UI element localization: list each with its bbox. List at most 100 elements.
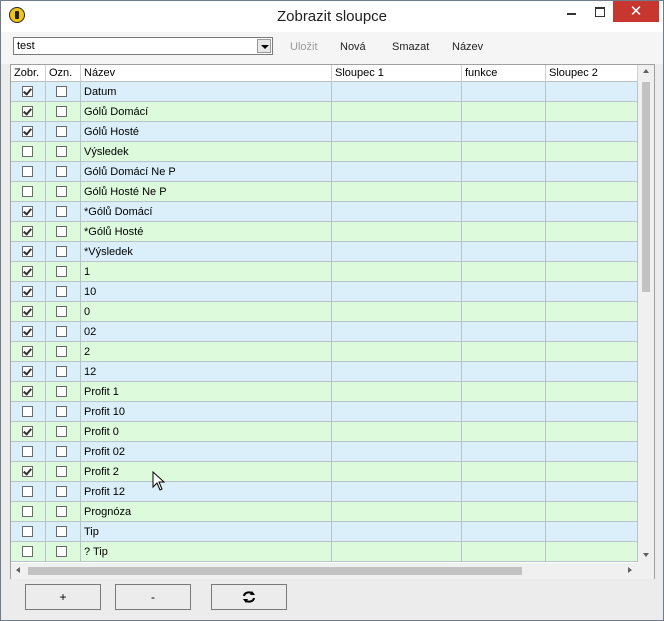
show-checkbox[interactable] [22,506,33,517]
name-cell[interactable]: Profit 10 [81,402,332,422]
name-cell[interactable]: 2 [81,342,332,362]
column-2-cell[interactable] [546,242,638,262]
show-checkbox[interactable] [22,146,33,157]
function-cell[interactable] [462,402,546,422]
column-1-cell[interactable] [332,422,462,442]
mark-checkbox[interactable] [56,386,67,397]
table-row[interactable]: *Výsledek [11,242,638,262]
table-row[interactable]: Gólů Hosté [11,122,638,142]
function-cell[interactable] [462,182,546,202]
function-cell[interactable] [462,102,546,122]
name-cell[interactable]: *Výsledek [81,242,332,262]
mark-checkbox[interactable] [56,206,67,217]
show-checkbox[interactable] [22,246,33,257]
table-row[interactable]: Prognóza [11,502,638,522]
table-row[interactable]: *Gólů Domácí [11,202,638,222]
mark-checkbox[interactable] [56,446,67,457]
column-2-cell[interactable] [546,402,638,422]
show-checkbox[interactable] [22,546,33,557]
header-function[interactable]: funkce [462,65,546,82]
column-2-cell[interactable] [546,442,638,462]
column-1-cell[interactable] [332,82,462,102]
column-1-cell[interactable] [332,482,462,502]
function-cell[interactable] [462,122,546,142]
column-1-cell[interactable] [332,142,462,162]
remove-row-button[interactable]: - [115,584,191,610]
mark-checkbox[interactable] [56,226,67,237]
name-cell[interactable]: 10 [81,282,332,302]
profile-select[interactable]: test [13,37,273,55]
function-cell[interactable] [462,482,546,502]
show-checkbox[interactable] [22,206,33,217]
name-cell[interactable]: Profit 0 [81,422,332,442]
name-cell[interactable]: Gólů Domácí Ne P [81,162,332,182]
table-row[interactable]: 10 [11,282,638,302]
column-2-cell[interactable] [546,82,638,102]
name-cell[interactable]: Gólů Hosté [81,122,332,142]
function-cell[interactable] [462,542,546,562]
minimize-button[interactable] [557,1,587,22]
column-2-cell[interactable] [546,382,638,402]
table-row[interactable]: Gólů Domácí [11,102,638,122]
function-cell[interactable] [462,522,546,542]
mark-checkbox[interactable] [56,326,67,337]
mark-checkbox[interactable] [56,286,67,297]
show-checkbox[interactable] [22,326,33,337]
vertical-scrollbar[interactable] [638,65,654,563]
show-checkbox[interactable] [22,426,33,437]
column-1-cell[interactable] [332,122,462,142]
table-row[interactable]: Výsledek [11,142,638,162]
mark-checkbox[interactable] [56,426,67,437]
function-cell[interactable] [462,162,546,182]
function-cell[interactable] [462,282,546,302]
name-cell[interactable]: *Gólů Domácí [81,202,332,222]
table-row[interactable]: Profit 12 [11,482,638,502]
name-cell[interactable]: *Gólů Hosté [81,222,332,242]
column-1-cell[interactable] [332,222,462,242]
table-row[interactable]: Profit 10 [11,402,638,422]
mark-checkbox[interactable] [56,366,67,377]
column-2-cell[interactable] [546,222,638,242]
show-checkbox[interactable] [22,346,33,357]
show-checkbox[interactable] [22,386,33,397]
function-cell[interactable] [462,202,546,222]
new-button[interactable]: Nová [340,41,366,53]
column-1-cell[interactable] [332,342,462,362]
table-row[interactable]: 02 [11,322,638,342]
name-cell[interactable]: Výsledek [81,142,332,162]
mark-checkbox[interactable] [56,466,67,477]
name-cell[interactable]: 02 [81,322,332,342]
maximize-button[interactable] [585,1,615,22]
delete-button[interactable]: Smazat [392,41,429,53]
show-checkbox[interactable] [22,126,33,137]
vertical-scroll-thumb[interactable] [642,82,650,292]
show-checkbox[interactable] [22,406,33,417]
show-checkbox[interactable] [22,86,33,97]
name-cell[interactable]: ? Tip [81,542,332,562]
column-2-cell[interactable] [546,302,638,322]
table-row[interactable]: 0 [11,302,638,322]
mark-checkbox[interactable] [56,346,67,357]
column-1-cell[interactable] [332,182,462,202]
column-2-cell[interactable] [546,162,638,182]
columns-grid[interactable]: Zobr. Ozn. Název Sloupec 1 funkce Sloupe… [10,64,655,580]
column-2-cell[interactable] [546,422,638,442]
mark-checkbox[interactable] [56,406,67,417]
name-cell[interactable]: Tip [81,522,332,542]
mark-checkbox[interactable] [56,506,67,517]
function-cell[interactable] [462,362,546,382]
function-cell[interactable] [462,382,546,402]
column-2-cell[interactable] [546,462,638,482]
column-2-cell[interactable] [546,202,638,222]
column-2-cell[interactable] [546,142,638,162]
mark-checkbox[interactable] [56,306,67,317]
scroll-right-icon[interactable] [628,567,632,573]
name-cell[interactable]: Datum [81,82,332,102]
function-cell[interactable] [462,302,546,322]
show-checkbox[interactable] [22,306,33,317]
chevron-down-icon[interactable] [257,39,271,53]
rename-button[interactable]: Název [452,41,483,53]
column-1-cell[interactable] [332,102,462,122]
table-row[interactable]: Gólů Domácí Ne P [11,162,638,182]
function-cell[interactable] [462,462,546,482]
